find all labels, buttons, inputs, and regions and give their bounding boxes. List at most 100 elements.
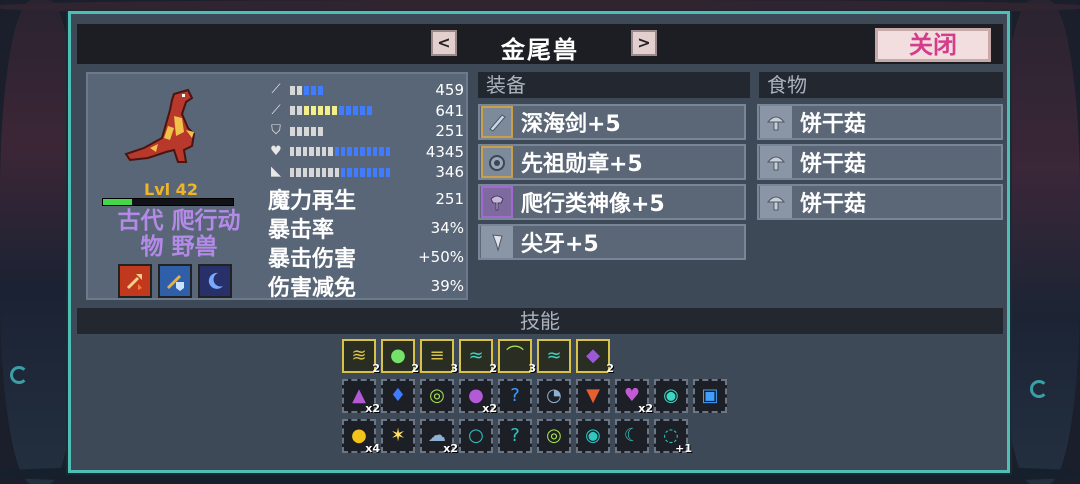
stat-value: 459 [435, 81, 464, 100]
mystery-icon: ? [510, 425, 520, 446]
background-right [1000, 0, 1080, 484]
shield-box-icon: ▣ [701, 385, 719, 406]
skill-slot[interactable]: ◌ +1 [654, 419, 692, 455]
food-slot[interactable]: 饼干菇 [757, 144, 1003, 180]
sword-icon: ⟋ [271, 82, 281, 98]
starburst-icon: ✶ [390, 425, 406, 446]
character-card: Lvl 42 古代 爬行动 物 野兽 ⟋ 459 ⟋ 641 ⛉ 251 ♥ 4345 ◣ 346… [86, 72, 468, 301]
skill-slot[interactable]: ◎ [420, 379, 454, 413]
skill-count: 2 [489, 362, 497, 375]
skill-count: x2 [482, 402, 497, 415]
equipment-header: 装备 [478, 72, 750, 98]
skill-slot[interactable]: ⌒ 3 [498, 339, 536, 375]
skill-row: ● x4 ✶ ☁ x2 ○? ◎ ◉ ☾ ◌ +1 [342, 419, 692, 455]
secondary-stat-row: 魔力再生 251 [268, 184, 464, 214]
skill-slot[interactable]: ▼ [576, 379, 610, 413]
skill-slot[interactable]: ▣ [693, 379, 727, 413]
skill-count: 2 [606, 362, 614, 375]
skill-slot[interactable]: ☾ [615, 419, 649, 453]
mushroom-icon [760, 106, 792, 138]
skill-count: 2 [372, 362, 380, 375]
skill-count: x2 [443, 442, 458, 455]
stat-row: ♥ 4345 [268, 142, 464, 163]
secondary-stat-label: 暴击伤害 [268, 246, 357, 272]
ring-icon: ○ [468, 425, 484, 446]
skill-slot[interactable]: ◔ [537, 379, 571, 413]
skill-slot[interactable]: ● 2 [381, 339, 419, 375]
stat-row: ◣ 346 [268, 162, 464, 183]
secondary-stat-value: 39% [430, 276, 464, 295]
boot-icon: ◣ [271, 164, 281, 180]
stat-value: 251 [435, 122, 464, 141]
skill-slot[interactable]: ● x2 [459, 379, 497, 415]
skill-slot[interactable]: ▲ x2 [342, 379, 380, 415]
close-button[interactable]: 关闭 [875, 28, 991, 62]
skill-slot[interactable]: ≈2 [459, 339, 497, 375]
health-bar-fill [103, 199, 132, 205]
skill-slot[interactable]: ● x4 [342, 419, 380, 455]
skill-slot[interactable]: ≋ 2 [342, 339, 380, 375]
skill-slot[interactable]: ? [498, 419, 532, 453]
fang-icon [481, 226, 513, 258]
equipment-label: 深海剑+5 [521, 112, 621, 137]
mushroom-icon [760, 186, 792, 218]
skill-slot[interactable]: ♦ [381, 379, 415, 413]
stat-row: ⟋ 459 [268, 80, 464, 101]
skill-slot[interactable]: ◉ [654, 379, 688, 413]
skill-slot[interactable]: ☁ x2 [420, 419, 458, 455]
health-bar [102, 198, 234, 206]
secondary-stat-row: 伤害减免 39% [268, 271, 464, 301]
equipment-slot[interactable]: 深海剑+5 [478, 104, 746, 140]
equipment-slot[interactable]: 先祖勋章+5 [478, 144, 746, 180]
skill-slot[interactable]: ♥ x2 [615, 379, 653, 415]
secondary-stat-value: 251 [435, 189, 464, 208]
skill-slot[interactable]: ○ [459, 419, 493, 453]
next-creature-button[interactable]: > [631, 30, 657, 56]
moon-icon[interactable] [198, 264, 232, 298]
skills-header: 技能 [77, 308, 1003, 334]
equipment-slot[interactable]: 爬行类神像+5 [478, 184, 746, 220]
creature-portrait [124, 88, 196, 163]
creature-type-line2: 物 野兽 [140, 234, 218, 260]
secondary-stat-label: 魔力再生 [268, 188, 357, 214]
skill-slot[interactable]: ◎ [537, 419, 571, 453]
stat-bars: ⟋ 459 ⟋ 641 ⛉ 251 ♥ 4345 ◣ 346 [268, 80, 464, 183]
skill-row: ≋ 2 ● 2 ≡ 3 ≈2 ⌒ 3 ≈ ◆ 2 [342, 339, 614, 375]
food-slot[interactable]: 饼干菇 [757, 104, 1003, 140]
skill-slot[interactable]: ≡ 3 [420, 339, 458, 375]
mushroom-icon [760, 146, 792, 178]
stat-pips [290, 85, 390, 95]
skill-count: x2 [365, 402, 380, 415]
crown-ring-icon: ◎ [429, 385, 445, 406]
idol-icon [481, 186, 513, 218]
stat-value: 4345 [425, 142, 464, 161]
sword-icon [481, 106, 513, 138]
skill-slot[interactable]: ≈ [537, 339, 571, 373]
equipment-label: 先祖勋章+5 [521, 152, 643, 177]
skill-row: ▲ x2 ♦ ◎ ● x2? ◔ ▼ ♥ x2 ◉ ▣ [342, 379, 727, 415]
skill-count: 3 [450, 362, 458, 375]
secondary-stat-value: 34% [430, 218, 464, 237]
food-label: 饼干菇 [800, 112, 867, 137]
stat-pips [290, 126, 390, 136]
fire-arrow-icon[interactable] [118, 264, 152, 298]
skill-count: 2 [411, 362, 419, 375]
skill-slot[interactable]: ✶ [381, 419, 415, 453]
creature-type-name: 古代 爬行动 物 野兽 [94, 208, 264, 260]
green-ring-icon: ◎ [546, 425, 562, 446]
food-slot[interactable]: 饼干菇 [757, 184, 1003, 220]
skill-slot[interactable]: ◆ 2 [576, 339, 614, 375]
level-label: Lvl 42 [144, 180, 198, 199]
mystery-icon: ? [510, 385, 520, 406]
staff-shield-icon[interactable] [158, 264, 192, 298]
skill-slot[interactable]: ? [498, 379, 532, 413]
wave-icon: ≈ [468, 345, 484, 366]
stream-icon: ≈ [546, 345, 562, 366]
stat-row: ⛉ 251 [268, 121, 464, 142]
arc-icon: ⌒ [506, 345, 524, 366]
skill-slot[interactable]: ◉ [576, 419, 610, 453]
fire-down-icon: ▼ [586, 385, 600, 406]
stat-pips [290, 167, 390, 177]
equipment-slot[interactable]: 尖牙+5 [478, 224, 746, 260]
rune-shield-icon: ◆ [586, 345, 600, 366]
